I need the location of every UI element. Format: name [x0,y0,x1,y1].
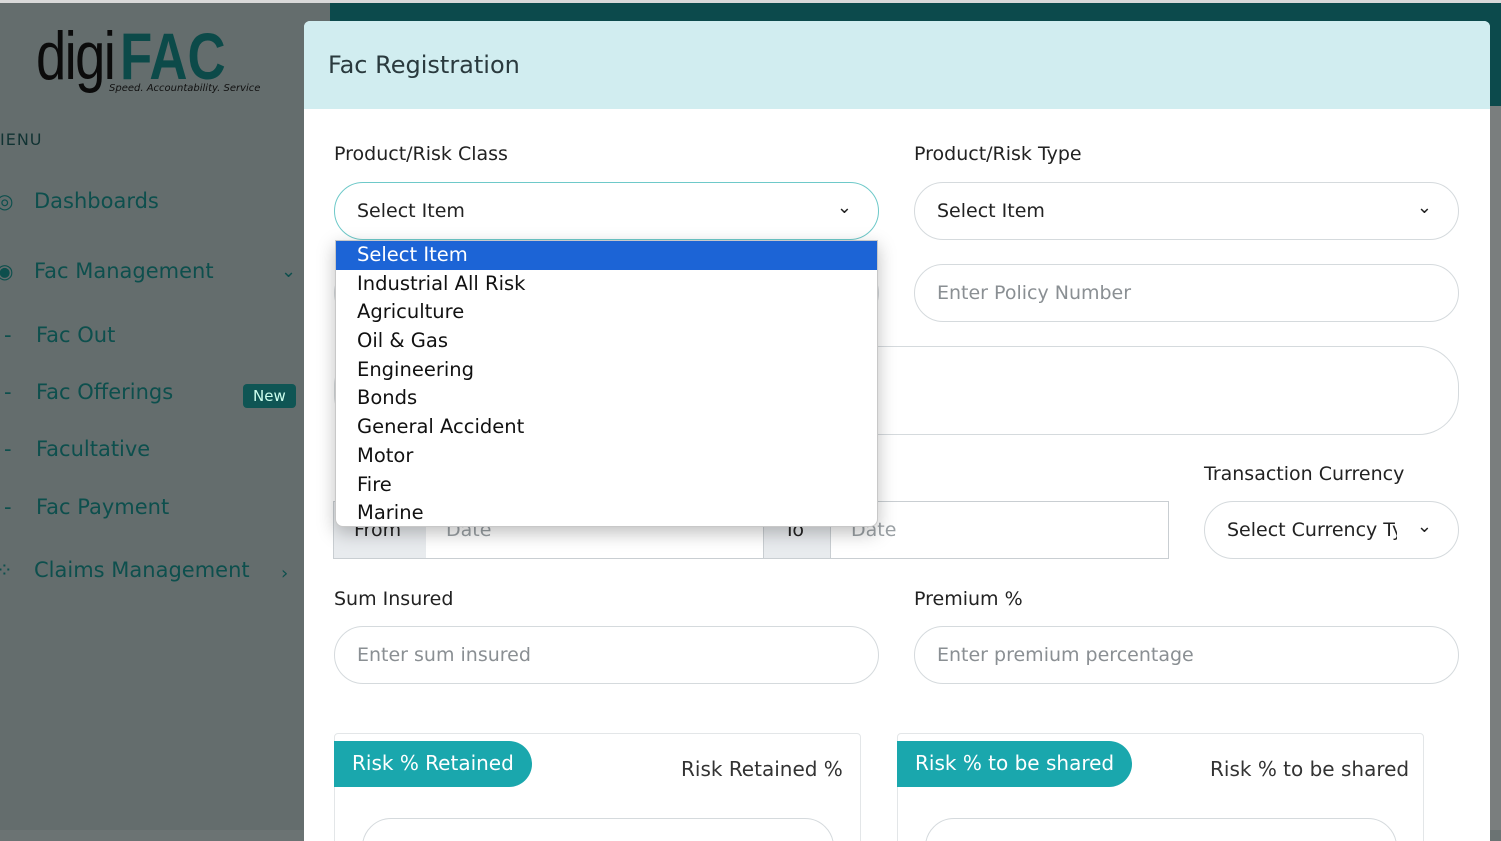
option-agriculture[interactable]: Agriculture [336,298,877,327]
select-value: Select Item [937,200,1045,222]
logo-text: digi [36,18,116,94]
option-oil-gas[interactable]: Oil & Gas [336,327,877,356]
risk-retained-pill: Risk % Retained [334,741,532,787]
dash-icon: - [4,380,12,404]
sidebar-item-dashboards[interactable]: ◎ Dashboards [0,189,159,213]
to-date-input[interactable]: Date [831,502,1168,558]
option-industrial-all-risk[interactable]: Industrial All Risk [336,270,877,299]
option-motor[interactable]: Motor [336,442,877,471]
option-bonds[interactable]: Bonds [336,384,877,413]
sum-insured-input[interactable]: Enter sum insured [334,626,879,684]
chevron-down-icon: ⌄ [1416,516,1432,537]
premium-label: Premium % [914,588,1023,610]
product-class-dropdown-list: Select Item Industrial All Risk Agricult… [335,240,878,527]
dash-icon: - [4,437,12,461]
select-value: Select Currency Ty [1227,519,1397,541]
sum-insured-label: Sum Insured [334,588,454,610]
label: Facultative [36,437,151,461]
option-select-item[interactable]: Select Item [336,241,877,270]
chevron-down-icon: ⌄ [281,261,297,282]
gauge-icon: ◎ [0,189,14,213]
logo: digi FAC Speed. Accountability. Service [36,18,260,94]
option-engineering[interactable]: Engineering [336,356,877,385]
modal-title: Fac Registration [328,51,520,79]
sidebar-item-facultative[interactable]: - Facultative [0,437,150,461]
label: Dashboards [34,189,159,213]
premium-input[interactable]: Enter premium percentage [914,626,1459,684]
option-general-accident[interactable]: General Accident [336,413,877,442]
label: Fac Out [36,323,116,347]
menu-label: IENU [0,130,43,149]
chevron-down-icon: ⌄ [836,197,852,218]
logo-tagline: Speed. Accountability. Service [109,83,261,94]
currency-label: Transaction Currency [1204,463,1405,485]
grid-icon: ⁘ [0,558,18,582]
chevron-down-icon: ⌄ [1416,197,1432,218]
product-type-label: Product/Risk Type [914,143,1082,165]
sidebar-item-fac-management[interactable]: ◉ Fac Management [0,259,214,283]
dash-icon: - [4,495,12,519]
risk-retained-label: Risk Retained % [681,757,843,781]
currency-select[interactable]: Select Currency Ty ⌄ [1204,501,1459,559]
sidebar-item-claims-management[interactable]: ⁘ Claims Management [0,558,250,582]
sidebar: digi FAC Speed. Accountability. Service … [0,3,330,830]
logo-text-bold: FAC [120,19,226,93]
new-badge: New [243,384,296,408]
sidebar-item-fac-payment[interactable]: - Fac Payment [0,495,169,519]
dash-icon: - [4,323,12,347]
label: Fac Payment [36,495,170,519]
chevron-right-icon: › [281,563,289,584]
sidebar-item-fac-out[interactable]: - Fac Out [0,323,115,347]
modal-header: Fac Registration [304,21,1490,109]
label: Fac Management [34,259,214,283]
select-value: Select Item [357,200,465,222]
option-marine[interactable]: Marine [336,499,877,526]
risk-shared-label: Risk % to be shared [1210,757,1410,781]
label: Fac Offerings [36,380,174,404]
sidebar-item-fac-offerings[interactable]: - Fac Offerings [0,380,173,404]
risk-shared-pill: Risk % to be shared [897,741,1133,787]
product-class-select[interactable]: Select Item ⌄ [334,182,879,240]
option-fire[interactable]: Fire [336,471,877,500]
background-page [1490,106,1501,830]
product-type-select[interactable]: Select Item ⌄ [914,182,1459,240]
user-circle-icon: ◉ [0,259,14,283]
label: Claims Management [34,558,250,582]
product-class-label: Product/Risk Class [334,143,508,165]
policy-number-input[interactable]: Enter Policy Number [914,264,1459,322]
